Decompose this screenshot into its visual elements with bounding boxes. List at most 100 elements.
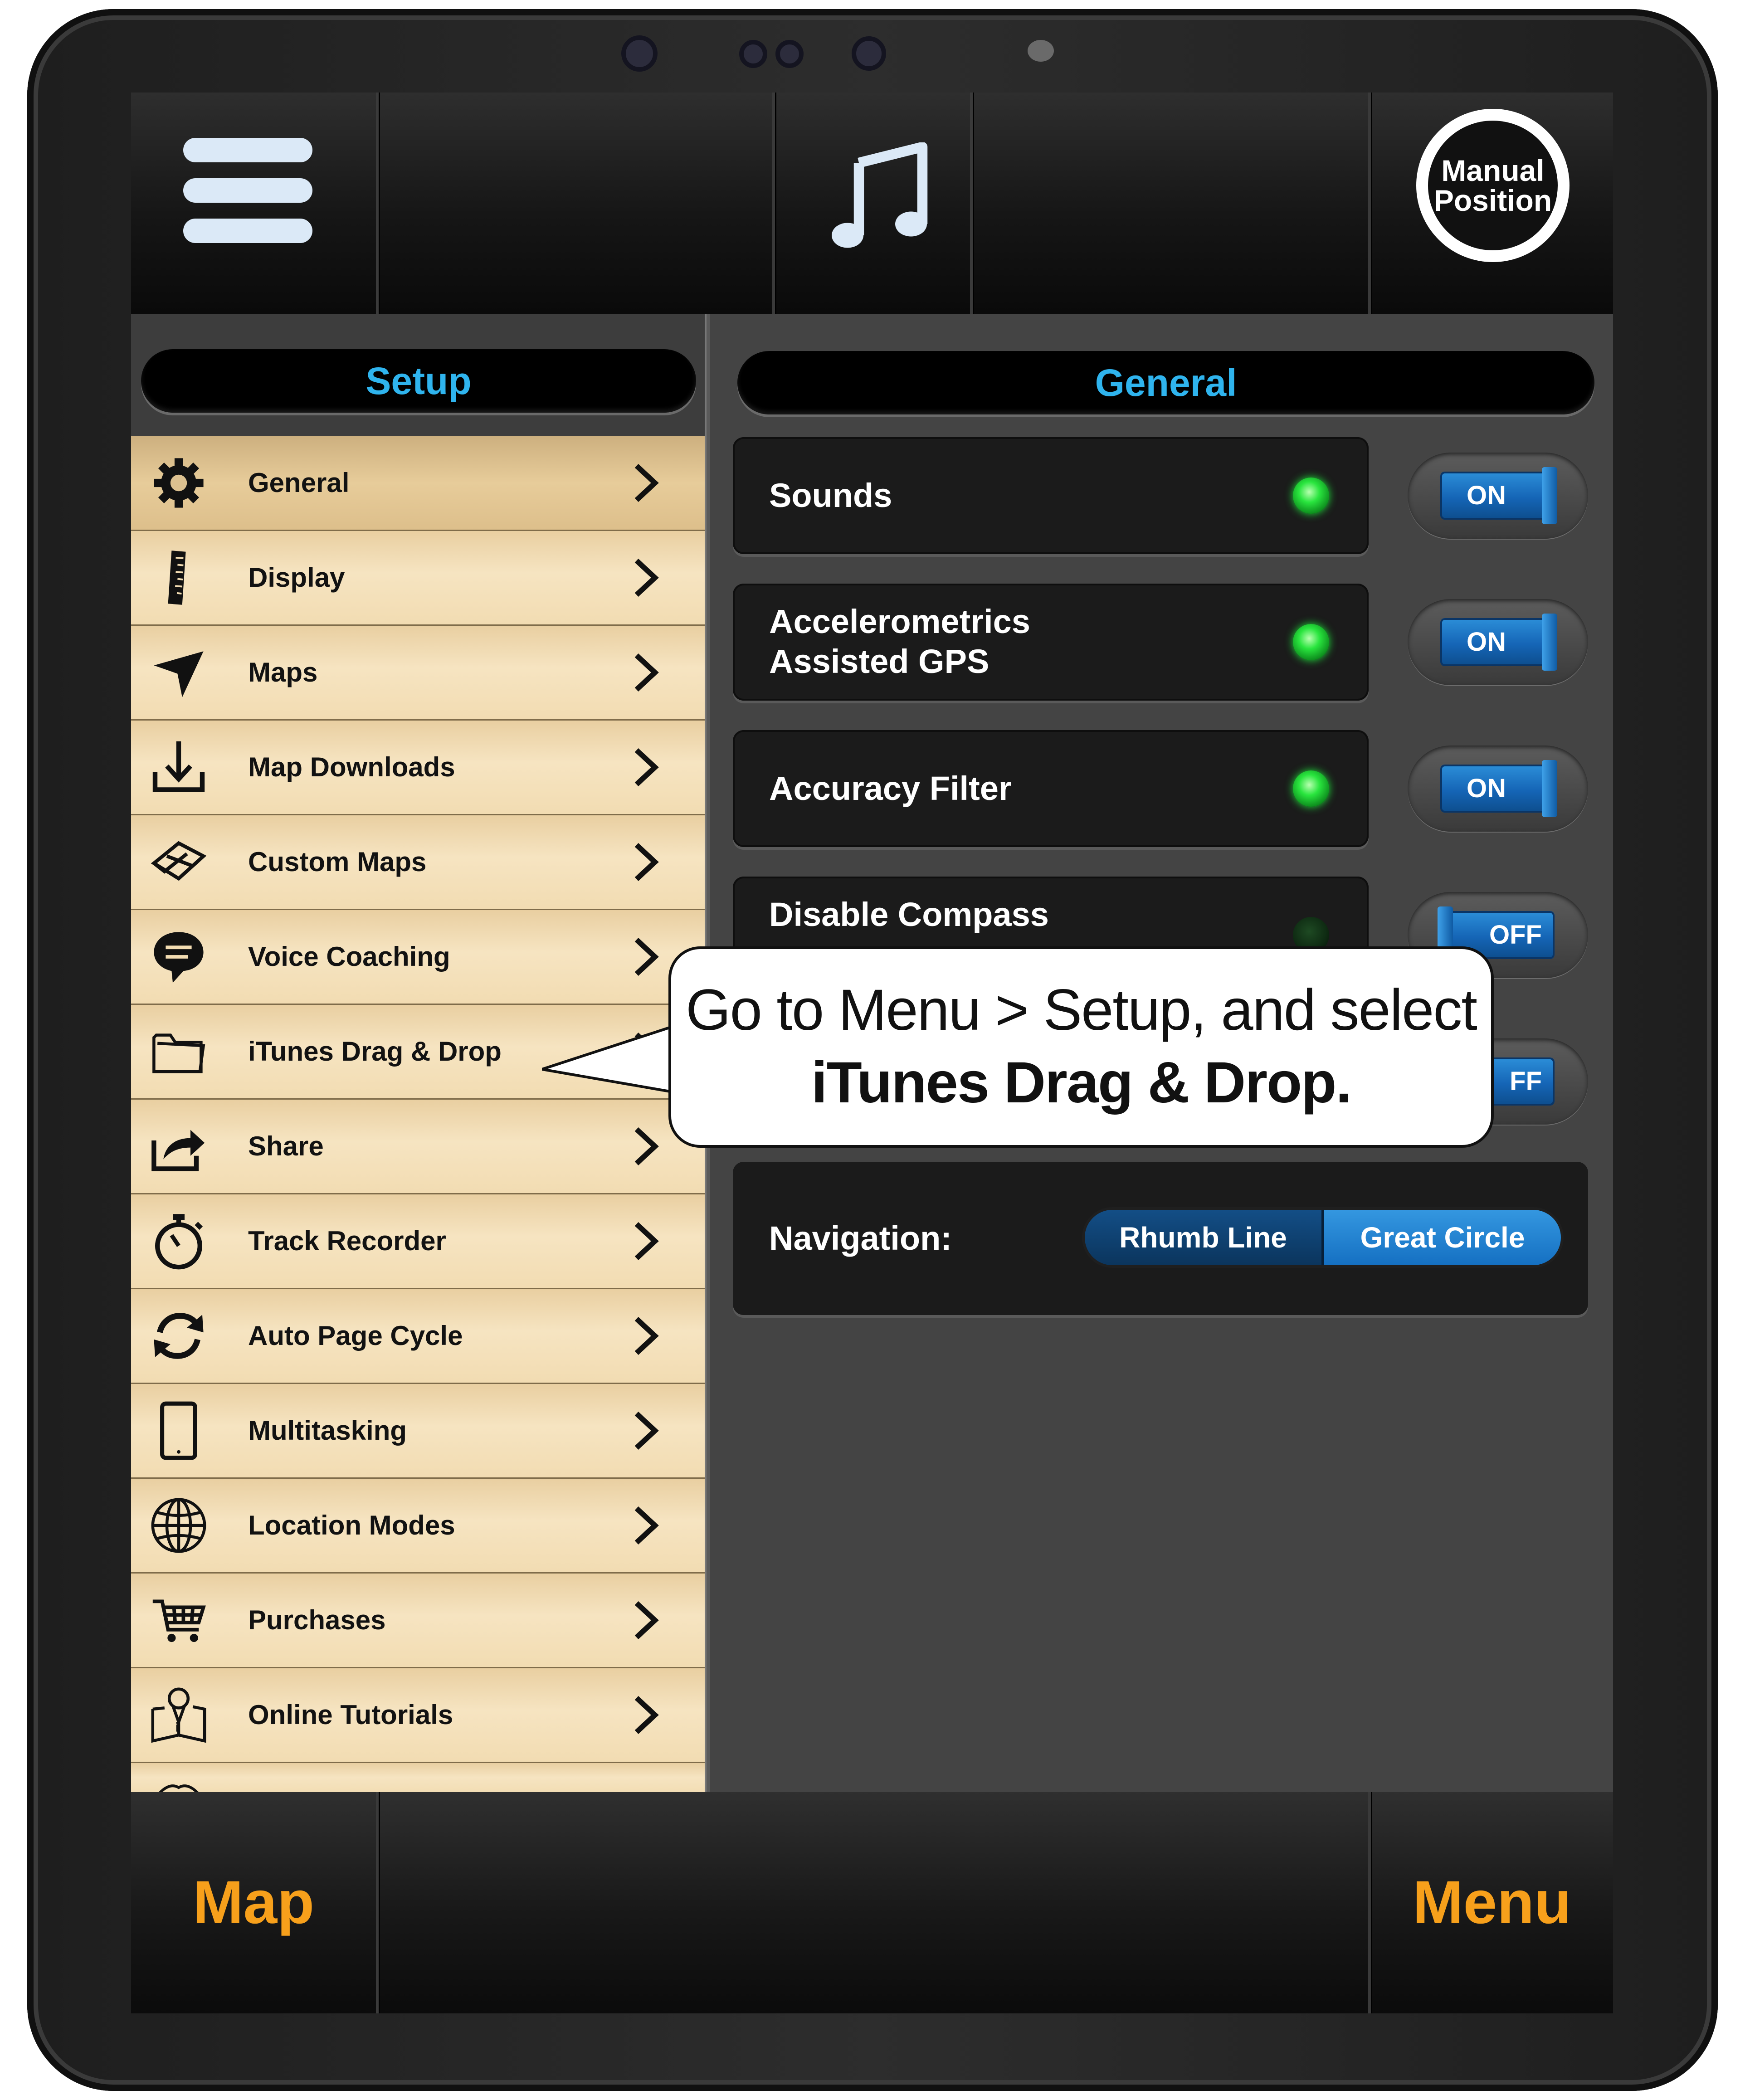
globe-icon	[151, 1498, 206, 1553]
setup-menu-list: General Display Maps Map Downloads Custo…	[131, 436, 705, 1796]
setting-label: Sounds	[769, 477, 892, 514]
setup-item-auto-page-cycle[interactable]: Auto Page Cycle	[131, 1289, 705, 1384]
toggle-knob	[1542, 614, 1557, 671]
setup-item-label: Purchases	[248, 1605, 386, 1635]
tablet-icon	[160, 1401, 197, 1460]
top-toolbar: Manual Position	[131, 93, 1613, 314]
chevron-right-icon	[634, 559, 659, 597]
setup-item-map-downloads[interactable]: Map Downloads	[131, 721, 705, 815]
setup-item-partial[interactable]	[131, 1763, 705, 1796]
navigation-arrow-icon	[154, 651, 204, 697]
setting-label-line2: Assisted GPS	[769, 643, 989, 680]
great-circle-option[interactable]: Great Circle	[1324, 1210, 1561, 1265]
svg-text:i: i	[175, 1719, 180, 1735]
setup-item-label: Map Downloads	[248, 752, 455, 782]
setup-item-general[interactable]: General	[131, 436, 705, 531]
custom-map-icon	[151, 841, 207, 881]
navigation-row: Navigation: Rhumb Line Great Circle	[733, 1162, 1588, 1315]
camera-lens	[852, 36, 886, 71]
cart-icon	[152, 1599, 206, 1642]
setup-item-location-modes[interactable]: Location Modes	[131, 1479, 705, 1574]
toolbar-divider	[970, 93, 973, 314]
gear-icon	[154, 458, 204, 508]
setup-item-label: Auto Page Cycle	[248, 1320, 463, 1351]
share-icon	[151, 1130, 205, 1171]
accuracy-filter-toggle[interactable]: ON	[1408, 745, 1588, 832]
setup-header: Setup	[141, 349, 696, 413]
chevron-right-icon	[634, 1412, 659, 1450]
callout-pointer	[542, 1023, 678, 1094]
callout-line2: iTunes Drag & Drop.	[811, 1050, 1352, 1115]
setup-item-purchases[interactable]: Purchases	[131, 1574, 705, 1668]
setting-label: Accuracy Filter	[769, 770, 1012, 807]
accelerometrics-toggle[interactable]: ON	[1408, 599, 1588, 685]
toggle-knob	[1542, 760, 1557, 817]
chevron-right-icon	[634, 464, 659, 502]
chevron-right-icon	[634, 748, 659, 786]
chevron-right-icon	[634, 1696, 659, 1734]
setup-item-custom-maps[interactable]: Custom Maps	[131, 815, 705, 910]
setup-item-label: General	[248, 468, 350, 498]
chevron-right-icon	[634, 1222, 659, 1260]
callout-line1: Go to Menu > Setup, and select	[686, 978, 1477, 1043]
hamburger-menu-icon[interactable]	[183, 138, 312, 243]
instruction-callout: Go to Menu > Setup, and select iTunes Dr…	[668, 946, 1494, 1148]
status-led-on	[1293, 624, 1329, 660]
toggle-state-label: OFF	[1489, 920, 1542, 950]
stopwatch-icon	[155, 1214, 203, 1270]
setup-item-label: Online Tutorials	[248, 1700, 453, 1730]
sensor-light	[1028, 40, 1054, 62]
setup-item-maps[interactable]: Maps	[131, 626, 705, 721]
speech-bubble-icon	[154, 932, 204, 983]
toggle-switch: ON	[1440, 467, 1557, 524]
sounds-toggle[interactable]: ON	[1408, 453, 1588, 539]
setup-item-label: Voice Coaching	[248, 941, 450, 972]
status-led-on	[1293, 770, 1329, 807]
setup-item-label: Multitasking	[248, 1415, 407, 1446]
status-led-on	[1293, 477, 1329, 514]
toggle-knob	[1542, 467, 1557, 524]
toggle-switch: ON	[1440, 760, 1557, 817]
navigation-label: Navigation:	[769, 1219, 952, 1257]
toggle-state-label: FF	[1510, 1067, 1542, 1096]
toolbar-divider	[376, 93, 379, 314]
setting-row-sounds: Sounds	[733, 437, 1369, 554]
setup-item-voice-coaching[interactable]: Voice Coaching	[131, 910, 705, 1005]
setup-item-multitasking[interactable]: Multitasking	[131, 1384, 705, 1479]
setup-item-label: Custom Maps	[248, 847, 427, 877]
toolbar-divider	[376, 1792, 379, 2013]
manual-position-label-line2: Position	[1433, 184, 1552, 217]
refresh-icon	[154, 1313, 204, 1359]
setup-item-display[interactable]: Display	[131, 531, 705, 626]
toggle-switch: ON	[1440, 614, 1557, 671]
rhumb-line-option[interactable]: Rhumb Line	[1085, 1210, 1324, 1265]
setting-label-line1: Accelerometrics	[769, 603, 1030, 640]
setup-item-label: Location Modes	[248, 1510, 455, 1540]
toggle-state-label: ON	[1467, 774, 1506, 803]
toolbar-divider	[772, 93, 775, 314]
folder-icon	[152, 1033, 205, 1073]
chevron-right-icon	[634, 1317, 659, 1355]
download-icon	[152, 741, 205, 792]
map-button[interactable]: Map	[131, 1792, 376, 2013]
ruler-icon	[168, 551, 186, 605]
chevron-right-icon	[634, 938, 659, 976]
map-pin-book-icon: i	[151, 1687, 206, 1743]
setup-item-share[interactable]: Share	[131, 1100, 705, 1194]
sensor-dot-right	[775, 40, 804, 68]
setup-item-label: Share	[248, 1131, 324, 1161]
setup-item-label: Track Recorder	[248, 1226, 446, 1256]
setup-item-label: iTunes Drag & Drop	[248, 1036, 502, 1067]
toggle-state-label: ON	[1467, 481, 1506, 510]
chevron-right-icon	[634, 1127, 659, 1165]
chevron-right-icon	[634, 1601, 659, 1639]
setup-item-online-tutorials[interactable]: i Online Tutorials	[131, 1668, 705, 1763]
setup-item-track-recorder[interactable]: Track Recorder	[131, 1194, 705, 1289]
setting-row-accelerometrics: Accelerometrics Assisted GPS	[733, 584, 1369, 701]
manual-position-button[interactable]: Manual Position	[1416, 109, 1570, 262]
chevron-right-icon	[634, 1506, 659, 1545]
toolbar-divider	[1368, 93, 1371, 314]
manual-position-label-line1: Manual	[1441, 154, 1545, 187]
menu-button[interactable]: Menu	[1371, 1792, 1613, 2013]
music-note-icon[interactable]	[825, 142, 938, 256]
